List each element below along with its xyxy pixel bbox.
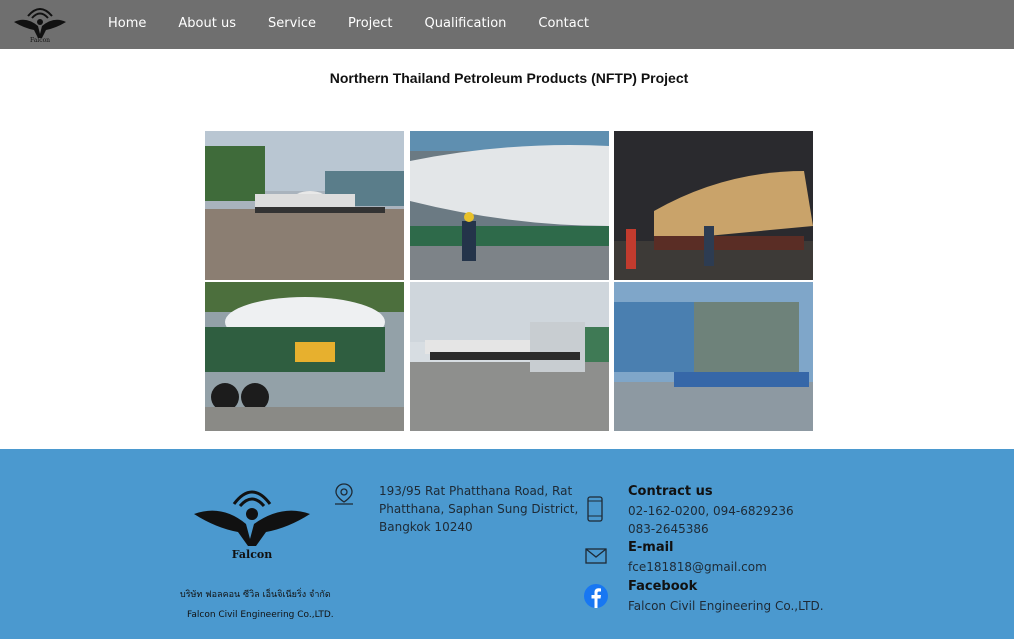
falcon-logo-icon[interactable]: Falcon [12,4,68,44]
company-address: 193/95 Rat Phatthana Road, Rat Phatthana… [379,482,578,536]
facebook-icon[interactable] [584,584,608,612]
phone-line-2[interactable]: 083-2645386 [628,520,794,538]
mail-icon [585,548,607,568]
email-link[interactable]: fce181818@gmail.com [628,558,767,576]
company-name-thai: บริษัท ฟอลคอน ซีวิล เอ็นจิเนียริ่ง จำกัด [180,590,331,600]
address-line-1: 193/95 Rat Phatthana Road, Rat [379,484,573,498]
location-pin-icon [333,482,355,510]
photo-gallery [205,131,813,431]
truck-convoy-road-photo[interactable] [410,282,609,431]
nav-home[interactable]: Home [108,16,146,31]
nav-contact[interactable]: Contact [538,16,589,31]
nav-project[interactable]: Project [348,16,392,31]
phone-line-1[interactable]: 02-162-0200, 094-6829236 [628,502,794,520]
windsor-tank-trailer-photo[interactable] [205,282,404,431]
footer-logo-text: Falcon [232,548,273,561]
tank-on-trailer-photo[interactable] [410,131,609,280]
phone-numbers: 02-162-0200, 094-6829236 083-2645386 [628,502,794,538]
company-name-english: Falcon Civil Engineering Co.,LTD. [187,610,334,620]
email-heading: E-mail [628,540,674,555]
night-tank-transport-photo[interactable] [614,131,813,280]
svg-text:Falcon: Falcon [30,37,50,44]
facebook-link[interactable]: Falcon Civil Engineering Co.,LTD. [628,597,824,615]
page-title: Northern Thailand Petroleum Products (NF… [329,70,689,86]
phone-icon [587,496,603,526]
nav-menu: Home About us Service Project Qualificat… [92,0,605,46]
address-line-2: Phatthana, Saphan Sung District, [379,502,579,516]
address-line-3: Bangkok 10240 [379,520,473,534]
tank-convoy-photo[interactable] [205,131,404,280]
facebook-heading: Facebook [628,579,698,594]
nav-about-us[interactable]: About us [178,16,236,31]
contact-heading: Contract us [628,484,713,499]
covered-module-photo[interactable] [614,282,813,431]
nav-qualification[interactable]: Qualification [425,16,507,31]
footer [0,449,1014,639]
falcon-footer-logo-icon: Falcon [192,484,312,564]
top-navigation: Falcon Home About us Service Project Qua… [0,0,1014,49]
nav-service[interactable]: Service [268,16,316,31]
